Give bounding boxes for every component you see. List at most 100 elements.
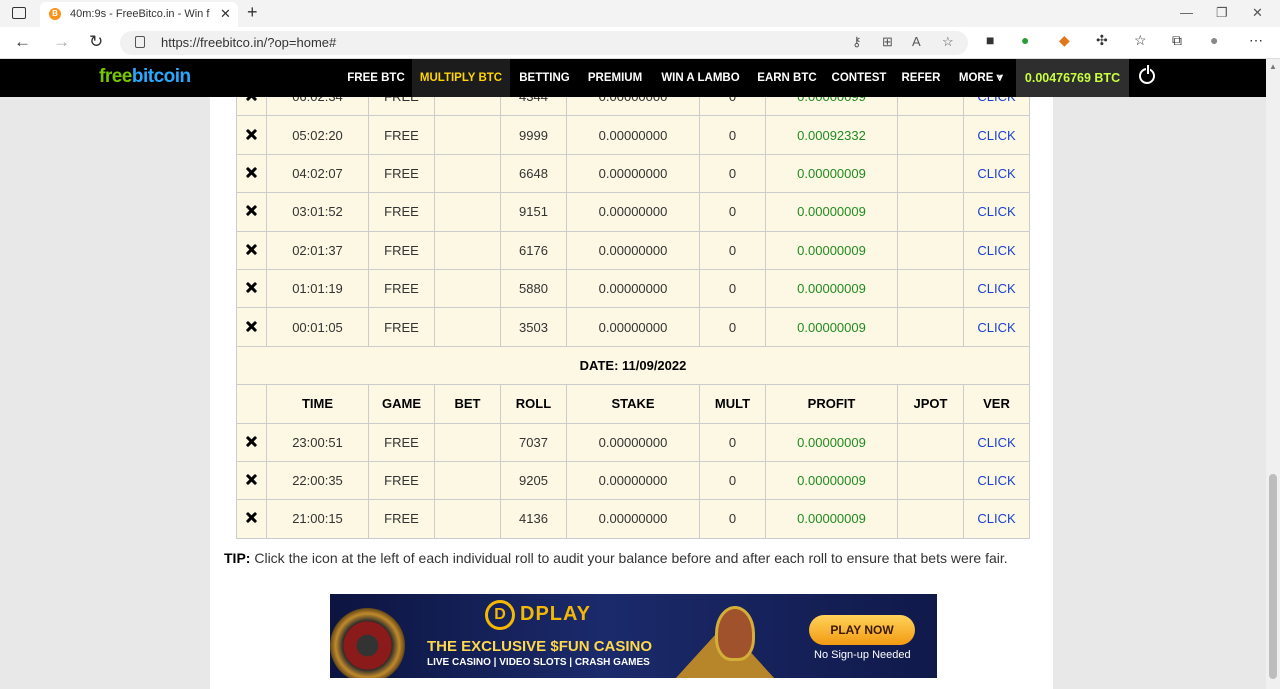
roll-profit: 0.00000099 <box>765 97 898 117</box>
logout-power-icon[interactable] <box>1139 65 1155 84</box>
audit-icon[interactable] <box>246 205 257 216</box>
verify-link[interactable]: CLICK <box>963 230 1030 270</box>
roll-mult: 0 <box>699 460 766 501</box>
minimize-icon[interactable]: — <box>1180 5 1193 20</box>
roll-stake: 0.00000000 <box>566 97 700 117</box>
audit-icon[interactable] <box>246 512 257 523</box>
audit-icon[interactable] <box>246 167 257 178</box>
column-header: BET <box>434 384 501 424</box>
roll-profit: 0.00000009 <box>765 307 898 347</box>
audit-icon[interactable] <box>246 474 257 485</box>
verify-link[interactable]: CLICK <box>963 422 1030 462</box>
audit-cell[interactable] <box>236 115 267 155</box>
column-header: JPOT <box>897 384 964 424</box>
freebitcoin-logo[interactable]: freebitcoin <box>99 66 191 88</box>
favorites-icon[interactable]: ☆ <box>1134 32 1147 49</box>
menu-contest[interactable]: CONTEST <box>827 59 891 97</box>
lock-icon[interactable] <box>135 36 145 48</box>
roll-time: 22:00:35 <box>266 460 369 501</box>
collections-icon[interactable]: ⧉ <box>1172 32 1182 49</box>
menu-refer[interactable]: REFER <box>896 59 946 97</box>
audit-icon[interactable] <box>246 321 257 332</box>
audit-cell[interactable] <box>236 192 267 232</box>
close-window-icon[interactable]: ✕ <box>1252 5 1263 21</box>
verify-link[interactable]: CLICK <box>963 307 1030 347</box>
extension-green-icon[interactable]: ● <box>1021 32 1029 48</box>
refresh-icon[interactable]: ↻ <box>89 32 103 52</box>
table-row: 00:01:05 FREE 3503 0.00000000 0 0.00000009 CLI… <box>236 307 1030 347</box>
audit-cell[interactable] <box>236 499 267 539</box>
menu-win-a-lambo[interactable]: WIN A LAMBO <box>654 59 747 97</box>
forward-icon[interactable]: → <box>53 32 70 52</box>
roll-time: 01:01:19 <box>266 268 369 309</box>
menu-betting[interactable]: BETTING <box>512 59 577 97</box>
audit-icon[interactable] <box>246 436 257 447</box>
audit-cell[interactable] <box>236 460 267 501</box>
tab-title: 40m:9s - FreeBitco.in - Win free bitcoin… <box>70 8 210 20</box>
audit-icon[interactable] <box>246 244 257 255</box>
dplay-logo-icon: D <box>485 600 515 630</box>
roll-bet <box>434 192 501 232</box>
scrollbar-thumb[interactable] <box>1269 474 1277 679</box>
roll-time: 04:02:07 <box>266 153 369 194</box>
close-tab-icon[interactable]: ✕ <box>220 6 231 22</box>
restore-icon[interactable]: ❐ <box>1216 5 1228 21</box>
extension-icon[interactable]: ■ <box>986 32 994 48</box>
audit-icon[interactable] <box>246 129 257 140</box>
audit-cell[interactable] <box>236 307 267 347</box>
address-toolbar: ← → ↻ https://freebitco.in/?op=home# ⚷ ⊞… <box>0 27 1280 59</box>
verify-link[interactable]: CLICK <box>963 97 1030 117</box>
audit-icon[interactable] <box>246 97 257 101</box>
tab-actions-icon[interactable] <box>12 7 26 19</box>
play-now-button[interactable]: PLAY NOW <box>809 615 915 645</box>
roll-mult: 0 <box>699 153 766 194</box>
address-bar[interactable]: https://freebitco.in/?op=home# ⚷ ⊞ A ☆ <box>120 31 968 55</box>
table-row: 01:01:19 FREE 5880 0.00000000 0 0.00000009 CLI… <box>236 268 1030 309</box>
table-row: 22:00:35 FREE 9205 0.00000000 0 0.00000009 CLI… <box>236 460 1030 501</box>
audit-cell[interactable] <box>236 230 267 270</box>
column-header: PROFIT <box>765 384 898 424</box>
audit-cell[interactable] <box>236 97 267 117</box>
read-aloud-icon[interactable]: A <box>912 34 921 49</box>
key-icon[interactable]: ⚷ <box>852 34 862 50</box>
apps-icon[interactable]: ⊞ <box>882 34 893 50</box>
menu-premium[interactable]: PREMIUM <box>581 59 649 97</box>
roll-number: 6648 <box>500 153 567 194</box>
add-favorite-icon[interactable]: ☆ <box>942 34 954 50</box>
roll-mult: 0 <box>699 422 766 462</box>
verify-link[interactable]: CLICK <box>963 499 1030 539</box>
roll-mult: 0 <box>699 192 766 232</box>
roll-number: 9999 <box>500 115 567 155</box>
audit-icon[interactable] <box>246 282 257 293</box>
menu-earn-btc[interactable]: EARN BTC <box>752 59 822 97</box>
menu-more[interactable]: MORE ⩔ <box>950 59 1012 97</box>
verify-link[interactable]: CLICK <box>963 115 1030 155</box>
back-icon[interactable]: ← <box>14 32 31 52</box>
page-scrollbar[interactable]: ▲ <box>1266 59 1280 689</box>
settings-menu-icon[interactable]: ⋯ <box>1249 32 1263 49</box>
audit-cell[interactable] <box>236 268 267 309</box>
new-tab-icon[interactable]: + <box>247 2 258 23</box>
column-header: STAKE <box>566 384 700 424</box>
menu-free-btc[interactable]: FREE BTC <box>342 59 410 97</box>
roll-number: 3503 <box>500 307 567 347</box>
verify-link[interactable]: CLICK <box>963 153 1030 194</box>
roll-profit: 0.00000009 <box>765 460 898 501</box>
roll-bet <box>434 499 501 539</box>
metamask-icon[interactable]: ◆ <box>1059 32 1070 49</box>
verify-link[interactable]: CLICK <box>963 460 1030 501</box>
url-text[interactable]: https://freebitco.in/?op=home# <box>161 35 336 50</box>
roll-jpot <box>897 97 964 117</box>
audit-cell[interactable] <box>236 153 267 194</box>
browser-tab[interactable]: B 40m:9s - FreeBitco.in - Win free bitco… <box>40 2 238 27</box>
profile-icon[interactable]: ● <box>1210 32 1218 48</box>
verify-link[interactable]: CLICK <box>963 192 1030 232</box>
browser-tab-bar: B 40m:9s - FreeBitco.in - Win free bitco… <box>0 0 1280 27</box>
extensions-icon[interactable]: ✣ <box>1096 32 1108 49</box>
verify-link[interactable]: CLICK <box>963 268 1030 309</box>
roll-stake: 0.00000000 <box>566 153 700 194</box>
dplay-ad-banner[interactable]: D DPLAY THE EXCLUSIVE $FUN CASINO LIVE C… <box>330 594 937 678</box>
scroll-up-icon[interactable]: ▲ <box>1269 62 1277 71</box>
audit-cell[interactable] <box>236 422 267 462</box>
menu-multiply-btc[interactable]: MULTIPLY BTC <box>412 59 510 97</box>
